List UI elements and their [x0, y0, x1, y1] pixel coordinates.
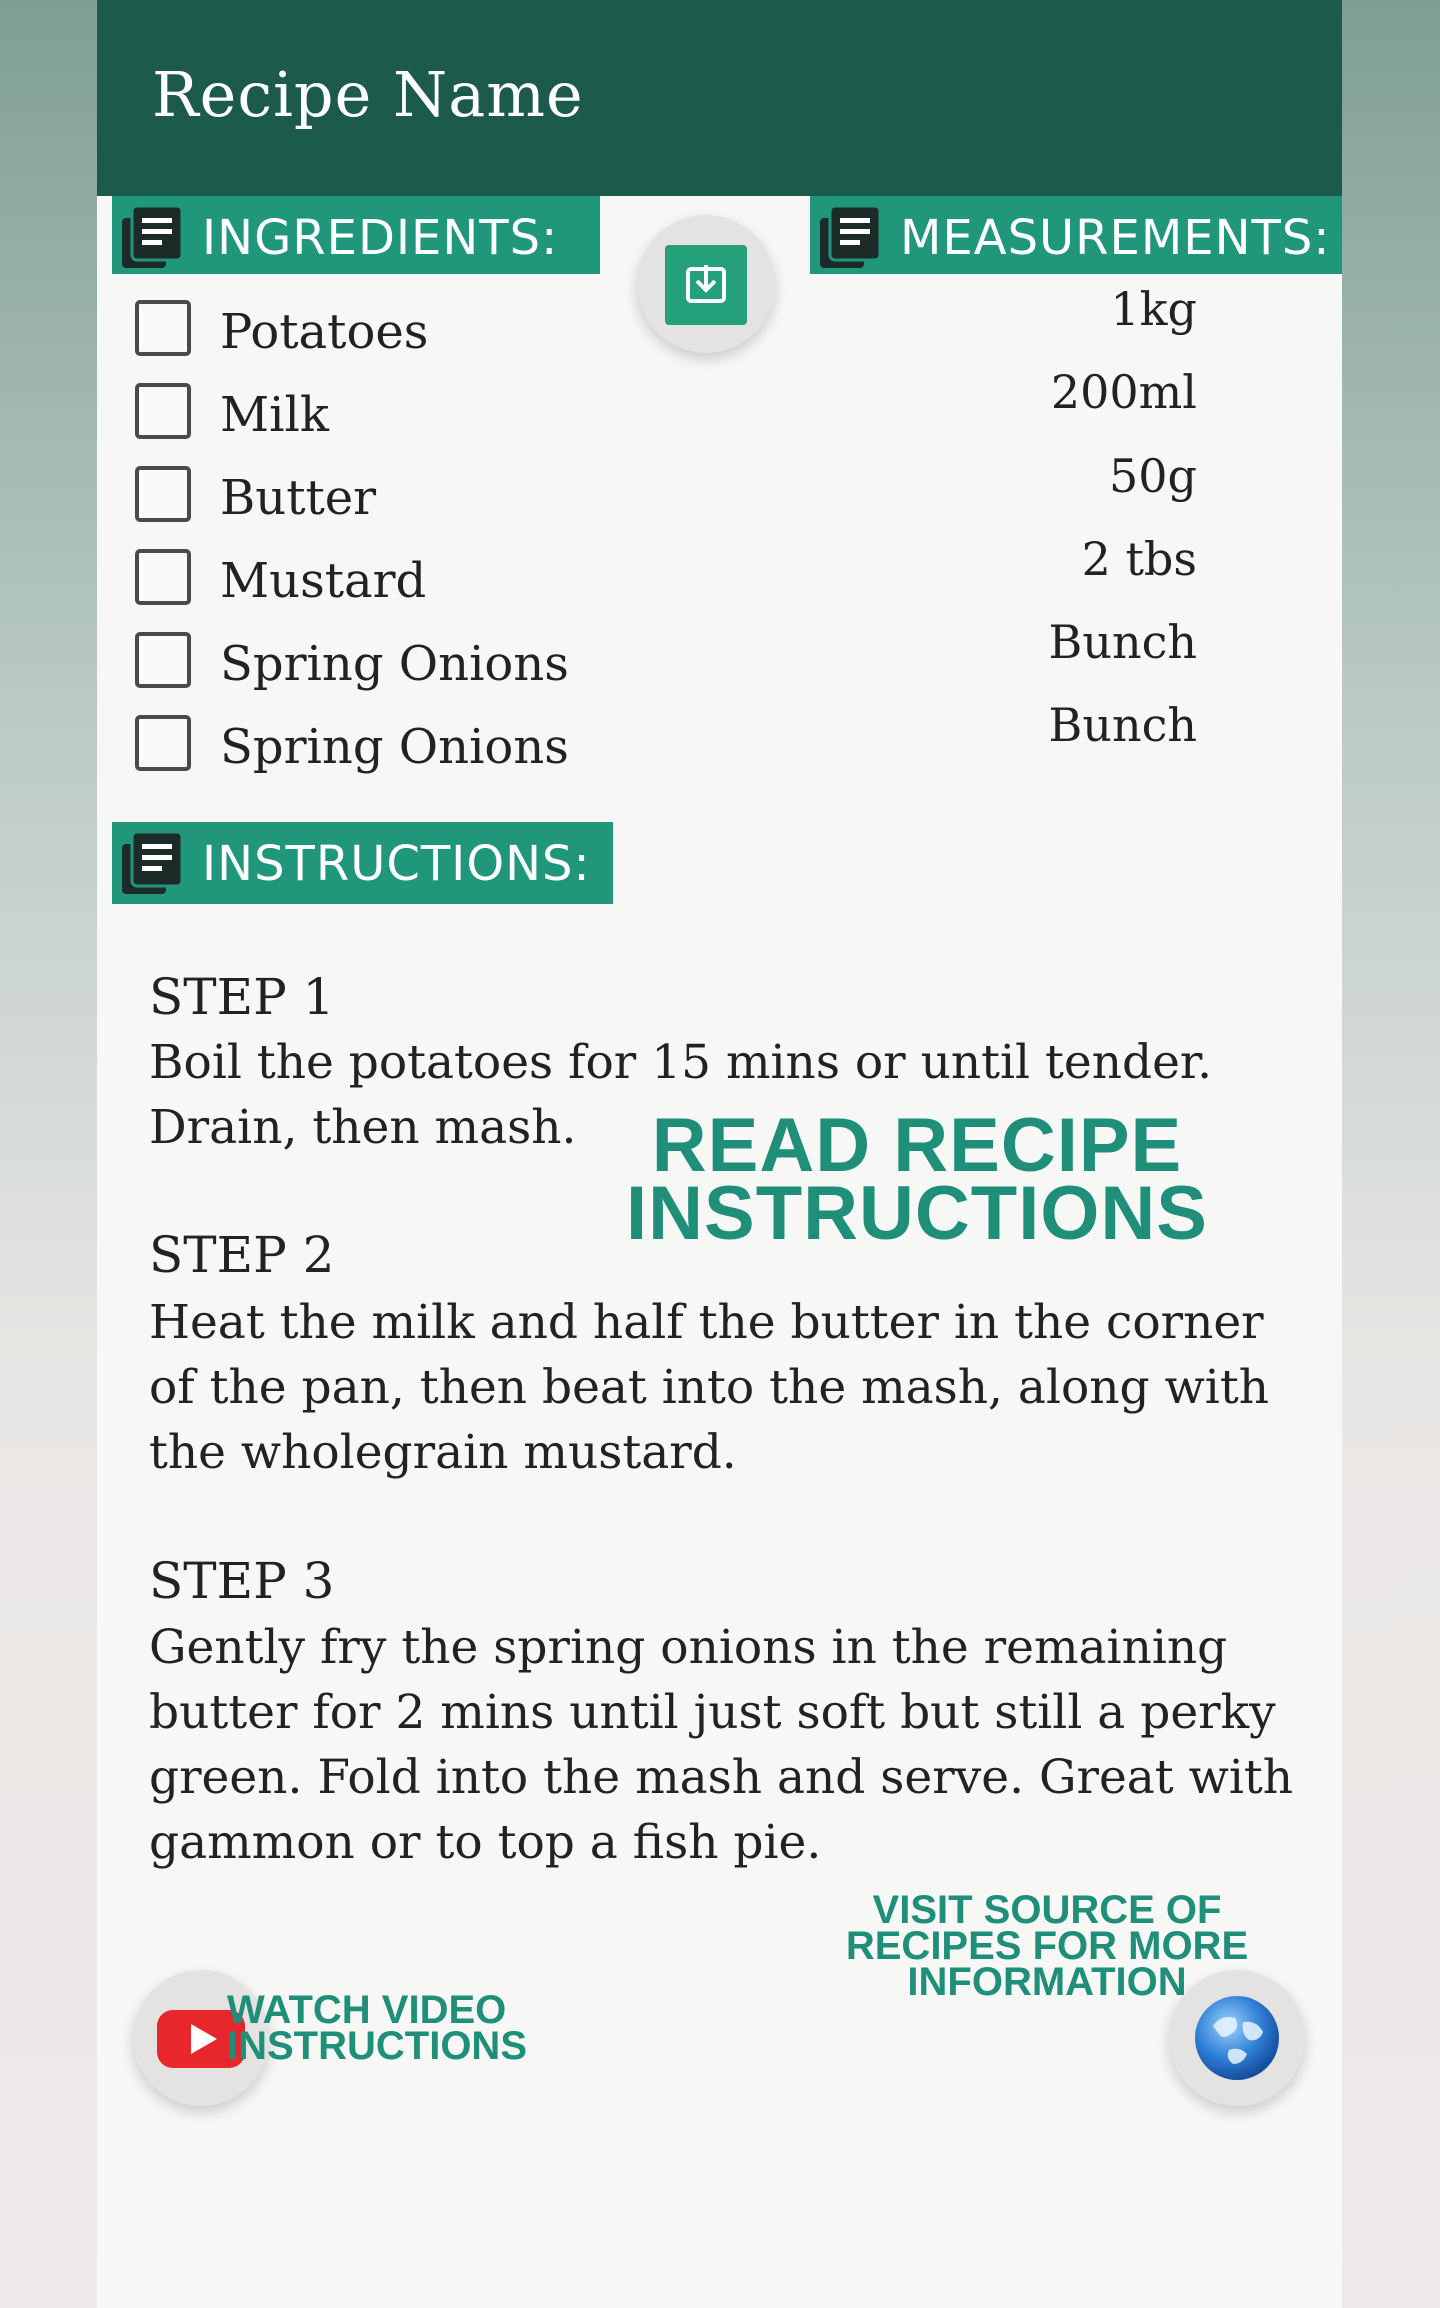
measurement-value: Bunch — [1048, 615, 1197, 669]
download-icon — [686, 265, 726, 303]
ingredients-label: INGREDIENTS: — [202, 210, 559, 266]
measurement-value: Bunch — [1048, 698, 1197, 752]
list-item: Milk — [135, 383, 595, 453]
measurement-value: 2 tbs — [1081, 532, 1197, 586]
step-text: Gently fry the spring onions in the rema… — [149, 1620, 1294, 1870]
ingredient-checkbox[interactable] — [135, 466, 191, 522]
globe-icon — [1195, 1996, 1279, 2080]
read-instructions-label: READ RECIPE INSTRUCTIONS — [626, 1103, 1208, 1256]
ingredient-checkbox[interactable] — [135, 715, 191, 771]
measurements-column: 1kg 200ml 50g 2 tbs Bunch Bunch — [897, 0, 1197, 800]
list-item: Spring Onions — [135, 632, 595, 702]
ingredient-name: Spring Onions — [220, 719, 569, 775]
ingredient-checkbox[interactable] — [135, 383, 191, 439]
list-item: Butter — [135, 466, 595, 536]
ingredient-name: Milk — [220, 387, 329, 443]
visit-source-button[interactable] — [1169, 1970, 1305, 2106]
watch-video-label: WATCH VIDEO INSTRUCTIONS — [227, 1988, 527, 2068]
document-list-icon — [820, 204, 882, 268]
document-list-icon — [122, 204, 184, 268]
step-title: STEP 3 — [149, 1552, 335, 1610]
list-item: Mustard — [135, 549, 595, 619]
list-item: Spring Onions — [135, 715, 595, 785]
step-title: STEP 2 — [149, 1226, 335, 1284]
ingredient-checkbox[interactable] — [135, 549, 191, 605]
page-title: Recipe Name — [152, 58, 584, 131]
ingredient-checkbox[interactable] — [135, 300, 191, 356]
measurement-value: 200ml — [1050, 365, 1197, 419]
instructions-label: INSTRUCTIONS: — [202, 836, 591, 892]
ingredient-name: Mustard — [220, 553, 427, 609]
measurement-value: 1kg — [1110, 282, 1197, 336]
ingredients-header: INGREDIENTS: — [112, 196, 600, 274]
document-list-icon — [122, 830, 184, 894]
list-item: Potatoes — [135, 300, 595, 370]
recipe-screen: Recipe Name INGREDIENTS: MEASUREMENTS: P… — [97, 0, 1342, 2308]
ingredient-checkbox[interactable] — [135, 632, 191, 688]
save-button[interactable] — [637, 215, 775, 353]
step-title: STEP 1 — [149, 968, 335, 1026]
ingredient-name: Spring Onions — [220, 636, 569, 692]
ingredient-name: Potatoes — [220, 304, 429, 360]
save-button-face — [665, 245, 747, 325]
instructions-header: INSTRUCTIONS: — [112, 822, 613, 904]
measurement-value: 50g — [1109, 449, 1197, 503]
step-text: Heat the milk and half the butter in the… — [149, 1295, 1269, 1480]
ingredient-name: Butter — [220, 470, 377, 526]
